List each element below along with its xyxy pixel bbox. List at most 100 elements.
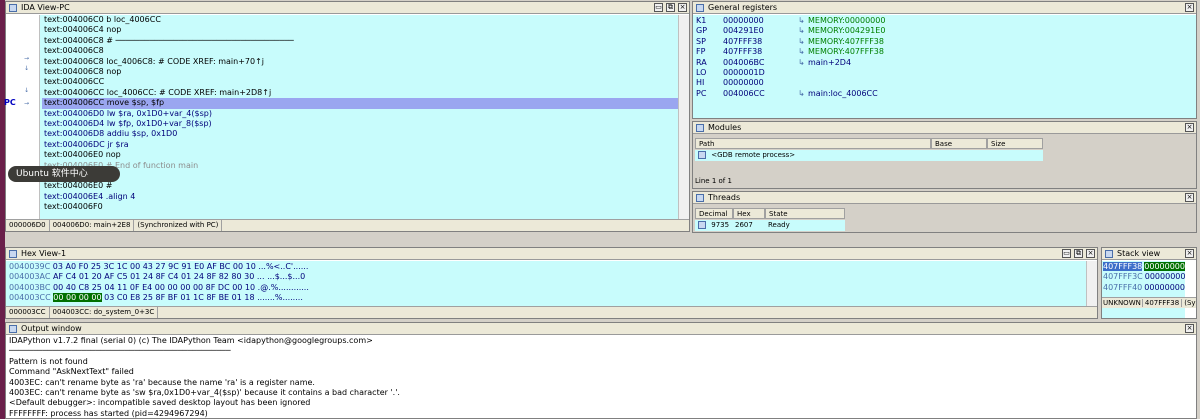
disasm-line[interactable]: text:004006CC xyxy=(44,77,104,87)
output-line: 4003EC: can't rename byte as 'sw $ra,0x1… xyxy=(9,387,400,397)
threads-col-hex[interactable]: Hex xyxy=(733,208,765,219)
stack-address: 407FFF40 xyxy=(1103,282,1143,292)
disasm-line[interactable]: text:004006F0 xyxy=(44,202,103,212)
register-target[interactable]: MEMORY:00000000 xyxy=(808,16,885,26)
hex-bytes[interactable]: 00 40 C8 25 04 11 0F E4 00 00 00 00 8F D… xyxy=(53,283,255,292)
disasm-line[interactable]: text:004006DC jr $ra xyxy=(44,140,129,150)
disassembly-listing[interactable]: text:004006C0 b loc_4006CC text:004006C4 … xyxy=(6,15,678,219)
status-sync: (Synchronized with PC) xyxy=(134,220,223,231)
disasm-line[interactable]: text:004006C8 # ────────────────────────… xyxy=(44,36,294,46)
window-icon xyxy=(696,193,704,202)
minimize-icon[interactable]: ▭ xyxy=(1062,249,1071,258)
jump-arrow-icon[interactable]: ↳ xyxy=(798,58,805,68)
stack-row[interactable]: 407FFF40 00000000 xyxy=(1103,283,1185,293)
registers-title: General registers xyxy=(708,3,778,12)
disasm-line[interactable]: text:004006C4 nop xyxy=(44,25,121,35)
stack-row[interactable]: 407FFF3C 00000000 xyxy=(1103,272,1185,282)
register-row[interactable]: PC 004006CC ↳ main:loc_4006CC xyxy=(693,89,1196,99)
hex-ascii[interactable]: ... ...$...$...0 xyxy=(257,272,305,281)
disasm-line[interactable]: text:004006D8 addiu $sp, 0x1D0 xyxy=(44,129,177,139)
module-row[interactable]: <GDB remote process> xyxy=(695,150,1043,161)
thread-row[interactable]: 9735 2607 Ready xyxy=(695,220,845,231)
hex-dump[interactable]: 0040039C 03 A0 F0 25 3C 1C 00 43 27 9C 9… xyxy=(6,261,1086,306)
disasm-line[interactable]: text:004006C8 xyxy=(44,46,104,56)
jump-arrow-icon[interactable]: ↳ xyxy=(798,26,805,36)
disasm-line[interactable]: text:004006E4 .align 4 xyxy=(44,192,135,202)
hex-line[interactable]: 0040039C 03 A0 F0 25 3C 1C 00 43 27 9C 9… xyxy=(9,262,308,272)
stack-list[interactable]: 407FFF38 00000000 407FFF3C 00000000 407FFF40… xyxy=(1102,261,1185,318)
register-value[interactable]: 407FFF38 xyxy=(723,47,762,57)
hex-view-titlebar: Hex View-1 ▭ ⧉ × xyxy=(6,248,1097,260)
register-row[interactable]: RA 004006BC ↳ main+2D4 xyxy=(693,58,1196,68)
hex-selected-bytes[interactable]: 00 00 00 00 xyxy=(53,293,102,303)
stack-row[interactable]: 407FFF38 00000000 xyxy=(1103,262,1185,272)
close-icon[interactable]: × xyxy=(1185,324,1194,333)
register-target[interactable]: MEMORY:407FFF38 xyxy=(808,37,884,47)
register-row[interactable]: FP 407FFF38 ↳ MEMORY:407FFF38 xyxy=(693,47,1196,57)
threads-col-decimal[interactable]: Decimal xyxy=(695,208,733,219)
disasm-line[interactable]: text:004006E0 # xyxy=(44,181,112,191)
register-row[interactable]: LO 0000001D xyxy=(693,68,1196,78)
jump-arrow-icon[interactable]: ↳ xyxy=(798,47,805,57)
minimize-icon[interactable]: ▭ xyxy=(654,3,663,12)
register-row[interactable]: SP 407FFF38 ↳ MEMORY:407FFF38 xyxy=(693,37,1196,47)
float-icon[interactable]: ⧉ xyxy=(666,3,675,12)
disasm-line[interactable]: text:004006CC loc_4006CC: # CODE XREF: m… xyxy=(44,88,271,98)
hex-ascii[interactable]: .@.%............ xyxy=(258,283,309,292)
register-target[interactable]: MEMORY:407FFF38 xyxy=(808,47,884,57)
disasm-line[interactable]: text:004006C8 loc_4006C8: # CODE XREF: m… xyxy=(44,57,264,67)
register-value[interactable]: 407FFF38 xyxy=(723,37,762,47)
register-row[interactable]: GP 004291E0 ↳ MEMORY:004291E0 xyxy=(693,26,1196,36)
hex-bytes[interactable]: AF C4 01 20 AF C5 01 24 8F C4 01 24 8F 8… xyxy=(53,272,254,281)
float-icon[interactable]: ⧉ xyxy=(1074,249,1083,258)
close-icon[interactable]: × xyxy=(1185,3,1194,12)
ida-scrollbar[interactable] xyxy=(678,15,689,219)
close-icon[interactable]: × xyxy=(1086,249,1095,258)
output-title: Output window xyxy=(21,324,82,333)
disasm-line[interactable]: text:004006D4 lw $fp, 0x1D0+var_8($sp) xyxy=(44,119,212,129)
disasm-line[interactable]: text:004006C8 nop xyxy=(44,67,121,77)
register-value[interactable]: 0000001D xyxy=(723,68,765,78)
stack-value[interactable]: 00000000 xyxy=(1144,262,1185,271)
hex-address: 0040039C xyxy=(9,262,51,271)
register-value[interactable]: 004006CC xyxy=(723,89,765,99)
stack-view-panel: Stack view × 407FFF38 00000000 407FFF3C 000… xyxy=(1101,247,1197,319)
hex-ascii[interactable]: ...%<..C'...... xyxy=(258,262,308,271)
register-target[interactable]: main+2D4 xyxy=(808,58,851,68)
register-value[interactable]: 004006BC xyxy=(723,58,764,68)
register-value[interactable]: 00000000 xyxy=(723,16,764,26)
threads-col-state[interactable]: State xyxy=(765,208,845,219)
register-target[interactable]: MEMORY:004291E0 xyxy=(808,26,885,36)
modules-col-base[interactable]: Base xyxy=(931,138,987,149)
current-instruction-line[interactable]: text:004006CC move $sp, $fp xyxy=(42,98,678,109)
stack-value[interactable]: 00000000 xyxy=(1145,272,1186,281)
register-row[interactable]: HI 00000000 xyxy=(693,78,1196,88)
hex-bytes[interactable]: 03 A0 F0 25 3C 1C 00 43 27 9C 91 E0 AF B… xyxy=(53,262,256,271)
disasm-line[interactable]: text:004006D0 lw $ra, 0x1D0+var_4($sp) xyxy=(44,109,212,119)
output-log[interactable]: IDAPython v1.7.2 final (serial 0) (c) Th… xyxy=(6,336,1196,418)
jump-arrow-icon[interactable]: ↳ xyxy=(798,16,805,26)
stack-value[interactable]: 00000000 xyxy=(1144,283,1185,292)
close-icon[interactable]: × xyxy=(1185,249,1194,258)
hex-scrollbar[interactable] xyxy=(1086,261,1097,306)
hex-status-offset: 000003CC xyxy=(6,307,50,318)
disasm-line[interactable]: text:004006C0 b loc_4006CC xyxy=(44,15,161,25)
modules-col-size[interactable]: Size xyxy=(987,138,1043,149)
modules-col-path[interactable]: Path xyxy=(695,138,931,149)
close-icon[interactable]: × xyxy=(1185,123,1194,132)
hex-line[interactable]: 004003AC AF C4 01 20 AF C5 01 24 8F C4 0… xyxy=(9,272,305,282)
registers-list[interactable]: K1 00000000 ↳ MEMORY:00000000 GP 004291E0 ↳ MEM… xyxy=(693,15,1196,118)
close-icon[interactable]: × xyxy=(1185,193,1194,202)
jump-arrow-icon[interactable]: ↳ xyxy=(798,89,805,99)
register-row[interactable]: K1 00000000 ↳ MEMORY:00000000 xyxy=(693,16,1196,26)
jump-arrow-icon[interactable]: ↳ xyxy=(798,37,805,47)
register-target[interactable]: main:loc_4006CC xyxy=(808,89,878,99)
register-value[interactable]: 004291E0 xyxy=(723,26,764,36)
disasm-line[interactable]: text:004006E0 nop xyxy=(44,150,121,160)
hex-bytes[interactable]: 03 C0 E8 25 8F BF 01 1C 8F BE 01 18 xyxy=(104,293,254,302)
close-icon[interactable]: × xyxy=(678,3,687,12)
hex-ascii[interactable]: .......%........ xyxy=(257,293,303,302)
register-value[interactable]: 00000000 xyxy=(723,78,764,88)
hex-line[interactable]: 004003CC 00 00 00 00 03 C0 E8 25 8F BF 0… xyxy=(9,293,303,303)
hex-line[interactable]: 004003BC 00 40 C8 25 04 11 0F E4 00 00 0… xyxy=(9,283,309,293)
